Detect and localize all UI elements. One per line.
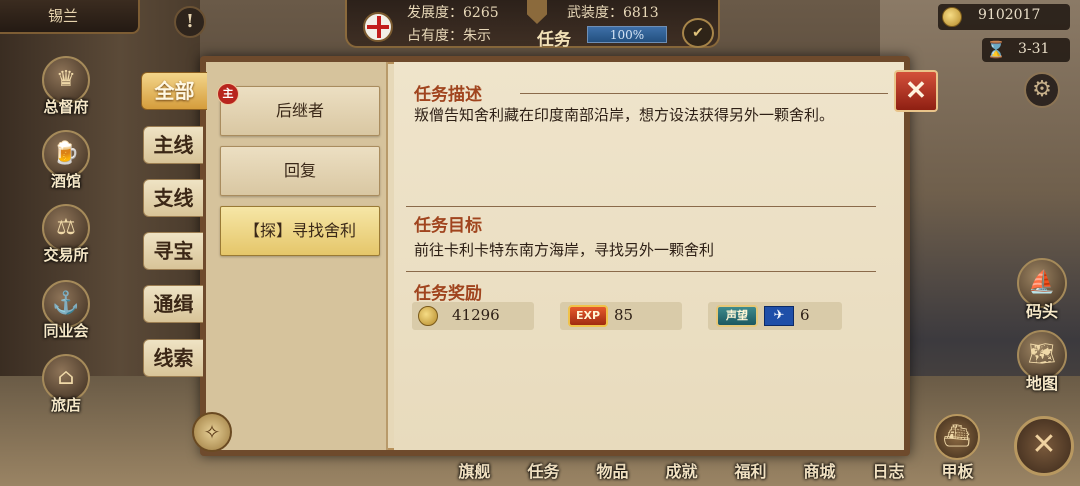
gold-display: 9102017 — [938, 4, 1070, 30]
date-value: 3-31 — [1018, 41, 1050, 57]
gold-coin-icon — [418, 306, 438, 326]
alert-icon[interactable]: ! — [174, 6, 206, 38]
quest-title: 回复 — [283, 161, 316, 180]
gold-coin-icon — [942, 7, 962, 27]
city-stats-bar: 发展度：6265 武装度：6813 占有度：朱示 任务 100% ✔ — [345, 0, 720, 50]
date-display: ⌛ 3-31 — [982, 38, 1070, 62]
reward-heading: 任务奖励 — [414, 284, 482, 304]
hourglass-icon: ⌛ — [986, 40, 1006, 59]
bottom-nav-welfare[interactable]: 福利 — [716, 458, 785, 486]
nav-label: 酒馆 — [50, 172, 81, 190]
gear-icon[interactable]: ⚙ — [1024, 72, 1060, 108]
chevron-down-icon[interactable]: ✔ — [682, 18, 714, 48]
military-stat: 武装度：6813 — [567, 5, 659, 21]
nav-governor-office[interactable]: ♛ 总督府 — [36, 56, 96, 117]
divider — [406, 271, 876, 272]
reward-exp: EXP 85 — [560, 302, 682, 330]
bottom-nav-flagship[interactable]: 旗舰 — [440, 458, 509, 486]
england-flag-icon — [363, 12, 393, 42]
bottom-nav-shop[interactable]: 商城 — [785, 458, 854, 486]
exp-icon: EXP — [568, 305, 608, 327]
nav-inn[interactable]: ⌂ 旅店 — [36, 354, 96, 415]
quest-item-reply[interactable]: 回复 — [220, 146, 380, 196]
reward-reputation: 声望 ✈ 6 — [708, 302, 842, 330]
nav-map[interactable]: 🗺 地图 — [1012, 330, 1072, 394]
reward-gold: 41296 — [412, 302, 534, 330]
quest-title: 【探】寻找舍利 — [243, 221, 356, 240]
bottom-nav-quest[interactable]: 任务 — [509, 458, 578, 486]
nav-label: 总督府 — [43, 98, 89, 116]
reward-exp-value: 85 — [614, 306, 634, 324]
tab-wanted[interactable]: 通缉 — [143, 285, 203, 323]
nav-dock[interactable]: ⛵ 码头 — [1012, 258, 1072, 322]
nation-flag-icon: ✈ — [764, 306, 794, 326]
nav-label: 旅店 — [50, 396, 81, 414]
bottom-nav-achievements[interactable]: 成就 — [647, 458, 716, 486]
divider — [406, 206, 876, 207]
nav-guild[interactable]: ⚓ 同业会 — [36, 280, 96, 341]
reward-reputation-value: 6 — [800, 306, 810, 324]
nav-label: 码头 — [1025, 302, 1058, 321]
shield-icon — [527, 0, 547, 24]
description-text: 叛僧告知舍利藏在印度南部沿岸，想方设法获得另外一颗舍利。 — [414, 106, 835, 124]
quest-item-find-relic[interactable]: 【探】寻找舍利 — [220, 206, 380, 256]
goal-text: 前往卡利卡特东南方海岸，寻找另外一颗舍利 — [414, 241, 715, 259]
ship-icon[interactable]: ⛴ — [934, 414, 980, 460]
quest-title: 后继者 — [275, 101, 324, 120]
bottom-nav-items[interactable]: 物品 — [578, 458, 647, 486]
reward-gold-value: 41296 — [452, 306, 500, 324]
bottom-nav: 旗舰 任务 物品 成就 福利 商城 日志 甲板 — [440, 458, 992, 486]
nav-exchange[interactable]: ⚖ 交易所 — [36, 204, 96, 265]
nav-label: 交易所 — [43, 246, 89, 264]
nav-tavern[interactable]: 🍺 酒馆 — [36, 130, 96, 191]
tab-treasure[interactable]: 寻宝 — [143, 232, 203, 270]
city-name[interactable]: 锡兰 — [0, 0, 140, 34]
description-heading: 任务描述 — [414, 85, 482, 105]
tab-main[interactable]: 主线 — [143, 126, 203, 164]
window-title: 任务 — [537, 30, 571, 50]
occupancy-percent: 100% — [609, 28, 645, 42]
tab-all[interactable]: 全部 — [141, 72, 207, 110]
reputation-icon: 声望 — [716, 305, 758, 327]
crossed-swords-icon[interactable]: ✕ — [1014, 416, 1074, 476]
divider — [520, 93, 888, 94]
goal-heading: 任务目标 — [414, 216, 482, 236]
occupancy-stat: 占有度：朱示 — [407, 28, 491, 44]
nav-label: 地图 — [1025, 374, 1058, 393]
occupancy-progress-bar: 100% — [587, 26, 667, 43]
nav-label: 同业会 — [43, 322, 89, 340]
tab-side[interactable]: 支线 — [143, 179, 203, 217]
bottom-nav-deck[interactable]: 甲板 — [923, 458, 992, 486]
close-button[interactable]: ✕ — [894, 70, 938, 112]
compass-icon: ✧ — [192, 412, 232, 452]
main-quest-badge: 主 — [217, 83, 239, 105]
development-stat: 发展度：6265 — [407, 5, 499, 21]
gold-amount: 9102017 — [978, 7, 1041, 23]
bottom-nav-log[interactable]: 日志 — [854, 458, 923, 486]
quest-item-successor[interactable]: 主 后继者 — [217, 83, 380, 136]
tab-clues[interactable]: 线索 — [143, 339, 203, 377]
